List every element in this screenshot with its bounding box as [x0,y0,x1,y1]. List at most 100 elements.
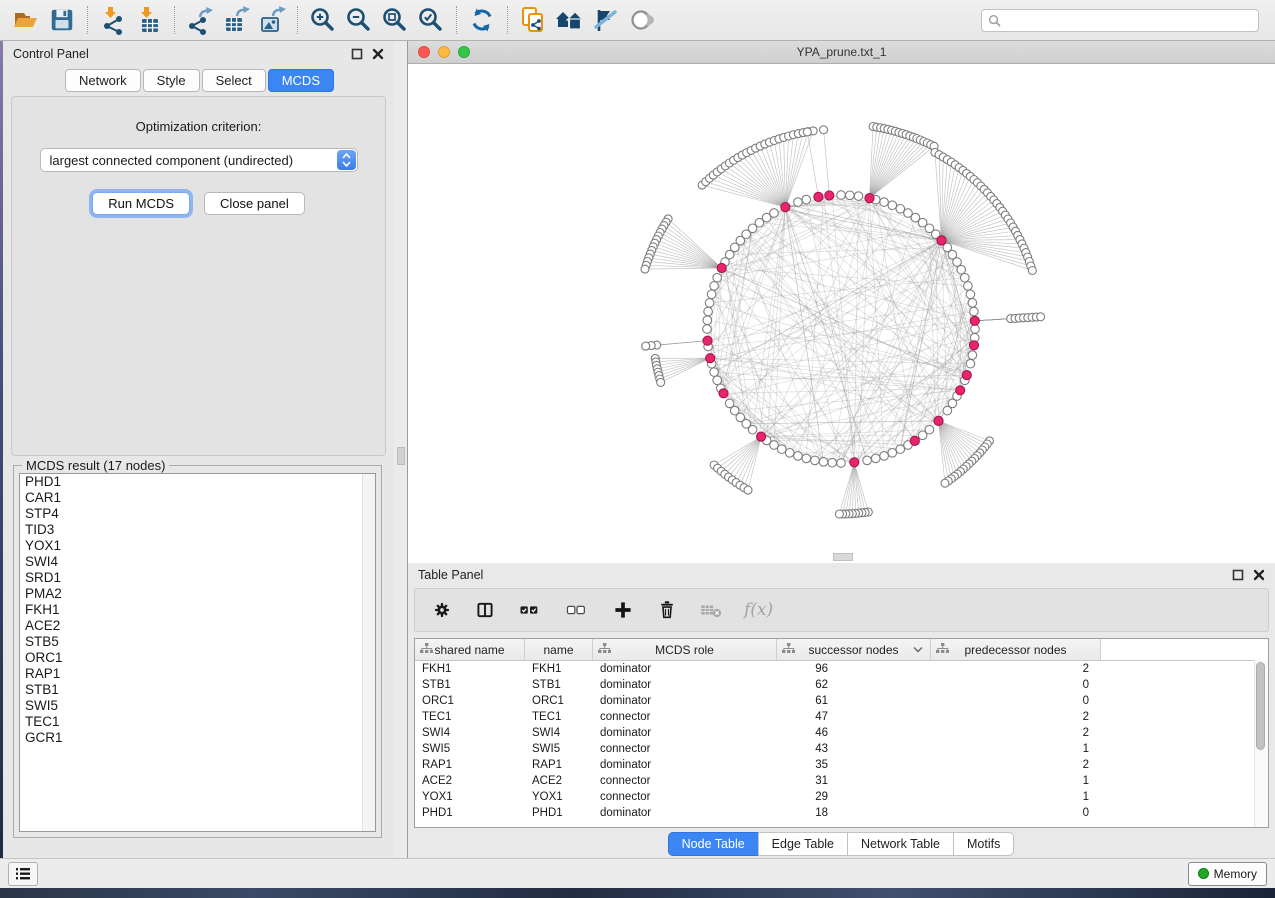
ring-node[interactable] [968,351,977,360]
dominator-node[interactable] [937,236,946,245]
close-window-icon[interactable] [418,46,430,58]
leaf-node[interactable] [642,342,650,350]
ring-node[interactable] [966,290,975,299]
horizontal-splitter-handle[interactable] [833,553,853,561]
edge[interactable] [661,358,711,382]
task-history-button[interactable] [8,862,38,886]
zoom-selected-button[interactable] [413,4,449,36]
memory-button[interactable]: Memory [1188,862,1267,886]
splitter-handle[interactable] [397,447,405,465]
table-row[interactable]: PHD1PHD1dominator180 [415,805,1268,821]
leaf-node[interactable] [820,126,828,134]
column-header-predecessor-nodes[interactable]: predecessor nodes [931,639,1101,660]
ring-node[interactable] [704,307,713,316]
dominator-node[interactable] [934,416,943,425]
table-row[interactable]: TEC1TEC1connector472 [415,709,1268,725]
ring-node[interactable] [863,456,872,465]
mcds-result-item[interactable]: TEC1 [20,714,375,730]
ring-node[interactable] [971,325,980,334]
mcds-result-item[interactable]: STP4 [20,506,375,522]
ring-node[interactable] [794,198,803,207]
ring-node[interactable] [802,454,811,463]
tab-network[interactable]: Network [65,69,141,92]
edge[interactable] [645,268,722,269]
edge[interactable] [870,145,931,198]
mcds-result-item[interactable]: PMA2 [20,586,375,602]
table-row[interactable]: RAP1RAP1dominator352 [415,757,1268,773]
maximize-window-icon[interactable] [458,46,470,58]
leaf-node[interactable] [744,486,752,494]
add-row-icon[interactable] [611,598,635,622]
refresh-layout-button[interactable] [464,4,500,36]
import-table-button[interactable] [131,4,167,36]
column-display-icon[interactable] [474,599,496,621]
ring-node[interactable] [703,325,712,334]
delete-row-trash-icon[interactable] [656,598,678,622]
edge[interactable] [668,219,722,268]
table-row[interactable]: FKH1FKH1dominator962 [415,661,1268,677]
ring-node[interactable] [854,192,863,201]
leaf-node[interactable] [1028,267,1036,275]
ring-node[interactable] [828,458,837,467]
ring-node[interactable] [802,195,811,204]
edge[interactable] [785,207,884,456]
leaf-node[interactable] [941,479,949,487]
table-row[interactable]: ACE2ACE2connector311 [415,773,1268,789]
ring-node[interactable] [966,359,975,368]
ring-node[interactable] [880,452,889,461]
save-session-button[interactable] [44,4,80,36]
equation-builder-icon[interactable]: f(x) [744,600,773,620]
close-panel-icon[interactable] [1253,569,1265,581]
network-canvas-svg[interactable] [408,64,1275,562]
dominator-node[interactable] [850,458,859,467]
dominator-node[interactable] [757,432,766,441]
mcds-result-item[interactable]: STB5 [20,634,375,650]
edge[interactable] [942,196,991,240]
ring-node[interactable] [888,449,897,458]
clone-network-button[interactable] [515,4,551,36]
edge[interactable] [939,421,978,456]
dominator-node[interactable] [825,191,834,200]
edge[interactable] [807,132,818,197]
float-panel-icon[interactable] [1232,569,1244,581]
ring-node[interactable] [880,198,889,207]
search-box[interactable] [981,9,1259,32]
dominator-node[interactable] [717,263,726,272]
tab-motifs[interactable]: Motifs [953,832,1014,856]
dominator-node[interactable] [970,316,979,325]
dominator-node[interactable] [703,336,712,345]
zoom-in-button[interactable] [305,4,341,36]
search-input[interactable] [1006,12,1252,28]
column-header-mcds-role[interactable]: MCDS role [593,639,777,660]
zoom-out-button[interactable] [341,4,377,36]
edge[interactable] [710,178,786,207]
edge[interactable] [714,372,960,390]
open-session-button[interactable] [8,4,44,36]
tab-style[interactable]: Style [143,69,200,92]
ring-node[interactable] [710,368,719,377]
mcds-result-list[interactable]: PHD1CAR1STP4TID3YOX1SWI4SRD1PMA2FKH1ACE2… [19,473,376,832]
ring-node[interactable] [725,399,734,408]
table-row[interactable]: ORC1ORC1dominator610 [415,693,1268,709]
ring-node[interactable] [770,209,779,218]
ring-node[interactable] [713,273,722,282]
dominator-node[interactable] [719,389,728,398]
ring-node[interactable] [819,458,828,467]
delete-table-icon[interactable] [699,600,723,620]
mcds-list-scrollbar[interactable] [362,474,375,831]
ring-node[interactable] [957,265,966,274]
export-image-button[interactable] [254,4,290,36]
ring-node[interactable] [837,191,846,200]
tab-mcds[interactable]: MCDS [268,69,334,92]
column-header-name[interactable]: name [525,639,593,660]
close-panel-button[interactable]: Close panel [204,192,305,215]
tab-network-table[interactable]: Network Table [847,832,954,856]
import-network-button[interactable] [95,4,131,36]
ring-node[interactable] [705,299,714,308]
leaf-node[interactable] [657,378,665,386]
table-row[interactable]: SWI4SWI4dominator462 [415,725,1268,741]
edge[interactable] [939,421,972,461]
edge[interactable] [717,172,785,207]
column-header-successor-nodes[interactable]: successor nodes [777,639,931,660]
dominator-node[interactable] [814,192,823,201]
